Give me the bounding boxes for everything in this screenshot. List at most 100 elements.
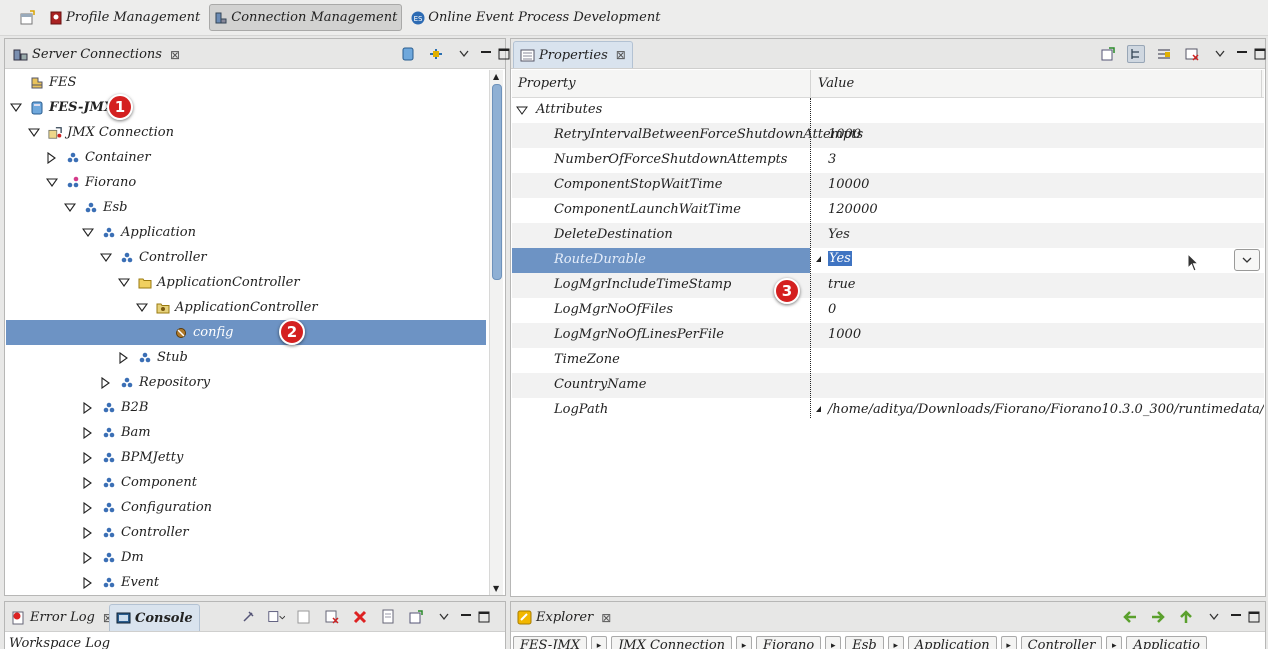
breadcrumb-item[interactable]: FES-JMX	[513, 636, 588, 649]
tree-node[interactable]: Event	[6, 570, 486, 594]
tree-node[interactable]: JMX Connection	[6, 120, 486, 145]
breadcrumb-item[interactable]: Applicatio	[1126, 636, 1207, 649]
breadcrumb-arrow-button[interactable]: ▸	[736, 636, 753, 649]
breadcrumb-item[interactable]: Controller	[1020, 636, 1103, 649]
tree-node[interactable]: FES-JMX	[6, 95, 486, 120]
tab-explorer[interactable]: Explorer ⊠	[511, 604, 617, 631]
collapse-toggle-icon[interactable]	[516, 105, 528, 117]
property-row[interactable]: RetryIntervalBetweenForceShutdownAttempt…	[512, 123, 1264, 148]
terminate-button[interactable]	[351, 608, 369, 626]
property-row[interactable]: ComponentLaunchWaitTime 120000	[512, 198, 1264, 223]
expanded-toggle-icon[interactable]	[10, 102, 22, 114]
collapsed-toggle-icon[interactable]	[82, 451, 94, 464]
show-advanced-button[interactable]	[1155, 45, 1173, 63]
tree-scrollbar[interactable]: ▲ ▼	[489, 70, 503, 595]
expanded-toggle-icon[interactable]	[82, 227, 94, 239]
property-value[interactable]: true	[828, 277, 856, 292]
display-console-button[interactable]	[267, 608, 285, 626]
breadcrumb-item[interactable]: Esb	[845, 636, 884, 649]
property-value[interactable]: /home/aditya/Downloads/Fiorano/Fiorano10…	[828, 402, 1264, 417]
tree-node[interactable]: Configuration	[6, 495, 486, 520]
tab-error-log[interactable]: Error Log ⊠	[5, 604, 119, 631]
restore-default-button[interactable]	[1183, 45, 1201, 63]
value-editor-text[interactable]: Yes	[828, 251, 852, 266]
view-menu-button[interactable]	[1205, 608, 1223, 626]
tree-node[interactable]: Dm	[6, 545, 486, 570]
pin-to-selection-button[interactable]	[1099, 45, 1117, 63]
tree-node[interactable]: FES	[6, 70, 486, 95]
perspective-connection-management[interactable]: Connection Management	[209, 4, 403, 31]
expanded-toggle-icon[interactable]	[136, 302, 148, 314]
collapsed-toggle-icon[interactable]	[82, 501, 94, 514]
collapsed-toggle-icon[interactable]	[82, 401, 94, 414]
dropdown-button[interactable]	[1234, 249, 1260, 271]
tree-node[interactable]: Bam	[6, 420, 486, 445]
attributes-group-row[interactable]: Attributes	[512, 98, 1264, 123]
clear-console-button[interactable]	[295, 608, 313, 626]
minimize-button[interactable]	[477, 45, 495, 63]
perspective-profile-management[interactable]: Profile Management	[44, 4, 205, 31]
collapsed-toggle-icon[interactable]	[46, 151, 58, 164]
tree-node[interactable]: ApplicationController	[6, 270, 486, 295]
minimize-button[interactable]	[1227, 608, 1245, 626]
close-icon[interactable]: ⊠	[616, 48, 626, 62]
property-value[interactable]: Yes	[828, 227, 850, 242]
perspective-online-event-process[interactable]: ES Online Event Process Development	[406, 4, 665, 31]
column-header-value[interactable]: Value	[818, 76, 854, 91]
pin-console-button[interactable]	[239, 608, 257, 626]
maximize-button[interactable]	[1245, 608, 1263, 626]
property-value[interactable]: 0	[828, 302, 836, 317]
expanded-toggle-icon[interactable]	[118, 277, 130, 289]
tree-node[interactable]: ApplicationController	[6, 295, 486, 320]
collapsed-toggle-icon[interactable]	[82, 426, 94, 439]
tree-scrollbar-thumb[interactable]	[492, 84, 502, 280]
tree-node[interactable]: Application	[6, 220, 486, 245]
property-value[interactable]: 1000	[828, 327, 861, 342]
expanded-toggle-icon[interactable]	[46, 177, 58, 189]
show-categories-button[interactable]	[1127, 45, 1145, 63]
breadcrumb-item[interactable]: Fiorano	[756, 636, 822, 649]
tree-node[interactable]: Repository	[6, 370, 486, 395]
up-button[interactable]	[1177, 608, 1195, 626]
property-row[interactable]: LogMgrNoOfFiles 0	[512, 298, 1264, 323]
expanded-toggle-icon[interactable]	[28, 127, 40, 139]
property-row[interactable]: CountryName	[512, 373, 1264, 398]
breadcrumb-arrow-button[interactable]: ▸	[591, 636, 608, 649]
tab-console[interactable]: Console	[109, 604, 200, 631]
forward-button[interactable]	[1149, 608, 1167, 626]
breadcrumb-arrow-button[interactable]: ▸	[887, 636, 904, 649]
maximize-button[interactable]	[1251, 45, 1268, 63]
tree-node[interactable]: Controller	[6, 245, 486, 270]
tree-node[interactable]: BPMJetty	[6, 445, 486, 470]
collapsed-toggle-icon[interactable]	[82, 476, 94, 489]
column-header-property[interactable]: Property	[518, 76, 576, 91]
back-button[interactable]	[1121, 608, 1139, 626]
collapsed-toggle-icon[interactable]	[118, 351, 130, 364]
tree-node[interactable]: B2B	[6, 395, 486, 420]
tree-node[interactable]: Container	[6, 145, 486, 170]
remove-launches-button[interactable]	[323, 608, 341, 626]
property-row[interactable]: ComponentStopWaitTime 10000	[512, 173, 1264, 198]
close-icon[interactable]: ⊠	[170, 48, 180, 62]
property-row[interactable]: DeleteDestination Yes	[512, 223, 1264, 248]
property-value[interactable]: 10000	[828, 177, 869, 192]
maximize-button[interactable]	[475, 608, 493, 626]
tab-server-connections[interactable]: Server Connections ⊠	[7, 41, 186, 68]
minimize-button[interactable]	[1233, 45, 1251, 63]
close-icon[interactable]: ⊠	[601, 611, 611, 625]
collapsed-toggle-icon[interactable]	[82, 551, 94, 564]
property-row[interactable]: LogPath/home/aditya/Downloads/Fiorano/Fi…	[512, 398, 1264, 423]
tree-node[interactable]: config	[6, 320, 486, 345]
tree-node[interactable]: Fiorano	[6, 170, 486, 195]
breadcrumb-arrow-button[interactable]: ▸	[1106, 636, 1123, 649]
view-menu-button[interactable]	[435, 608, 453, 626]
collapsed-toggle-icon[interactable]	[82, 526, 94, 539]
connect-button[interactable]	[427, 45, 445, 63]
open-console-button[interactable]	[407, 608, 425, 626]
breadcrumb-item[interactable]: JMX Connection	[611, 636, 733, 649]
property-value[interactable]: 120000	[828, 202, 878, 217]
view-menu-button[interactable]	[1211, 45, 1229, 63]
property-row[interactable]: NumberOfForceShutdownAttempts 3	[512, 148, 1264, 173]
property-row[interactable]: LogMgrNoOfLinesPerFile 1000	[512, 323, 1264, 348]
property-row[interactable]: TimeZone	[512, 348, 1264, 373]
